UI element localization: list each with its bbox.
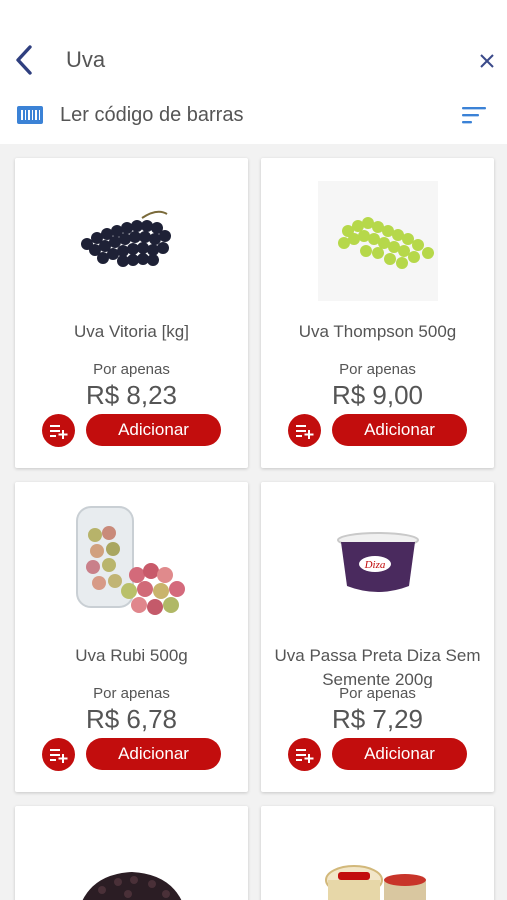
product-image	[15, 500, 248, 630]
add-to-cart-button[interactable]: Adicionar	[86, 414, 221, 446]
product-price: R$ 6,78	[85, 704, 178, 734]
clear-search-button[interactable]	[476, 50, 498, 72]
product-price: R$ 9,00	[331, 380, 424, 410]
barcode-scan-link[interactable]: Ler código de barras	[60, 104, 243, 127]
product-image: Diza	[261, 500, 494, 630]
playlist-add-icon	[295, 748, 313, 763]
price-caption: Por apenas	[93, 361, 170, 378]
product-name: Uva Vitoria [kg]	[74, 322, 189, 341]
product-price: R$ 8,23	[85, 380, 178, 410]
playlist-add-icon	[49, 748, 67, 763]
product-card[interactable]	[15, 806, 248, 900]
product-price: R$ 7,29	[331, 704, 424, 734]
red-grape-package-icon	[75, 506, 185, 615]
back-button[interactable]	[10, 40, 38, 80]
product-card[interactable]: Diza Uva Passa Preta Diza Sem Semente 20…	[261, 482, 494, 792]
add-to-cart-button[interactable]: Adicionar	[332, 414, 467, 446]
sort-icon	[462, 107, 486, 124]
green-grape-bunch-icon	[317, 181, 438, 301]
chevron-left-icon	[16, 45, 32, 75]
add-to-list-button[interactable]	[288, 414, 321, 447]
raisin-containers-icon	[324, 865, 426, 900]
price-caption: Por apenas	[93, 685, 170, 702]
raisin-jar-icon: Diza	[336, 532, 419, 592]
product-image	[15, 866, 248, 900]
add-to-cart-button[interactable]: Adicionar	[86, 738, 221, 770]
price-caption: Por apenas	[339, 361, 416, 378]
price-caption: Por apenas	[339, 685, 416, 702]
add-to-list-button[interactable]	[42, 738, 75, 771]
barcode-icon[interactable]	[17, 106, 43, 124]
add-to-list-button[interactable]	[288, 738, 321, 771]
product-image	[261, 176, 494, 306]
playlist-add-icon	[49, 424, 67, 439]
playlist-add-icon	[295, 424, 313, 439]
brand-logo: Diza	[363, 559, 385, 571]
product-name: Uva Rubi 500g	[75, 646, 188, 665]
raisins-pile-icon	[82, 872, 181, 900]
product-card[interactable]	[261, 806, 494, 900]
product-card[interactable]: Uva Rubi 500g Por apenas R$ 6,78 Adicion…	[15, 482, 248, 792]
top-bar: Uva Ler código de barras	[0, 0, 507, 144]
product-image	[261, 864, 494, 900]
close-icon	[480, 54, 494, 68]
search-input[interactable]: Uva	[66, 47, 105, 73]
sort-filter-button[interactable]	[460, 104, 488, 126]
product-image	[15, 176, 248, 306]
product-name: Uva Passa Preta Diza Sem Semente 200g	[274, 646, 481, 688]
add-to-cart-button[interactable]: Adicionar	[332, 738, 467, 770]
product-name: Uva Thompson 500g	[298, 322, 457, 341]
dark-grape-bunch-icon	[80, 210, 171, 267]
add-to-list-button[interactable]	[42, 414, 75, 447]
product-card[interactable]: Uva Vitoria [kg] Por apenas R$ 8,23 Adic…	[15, 158, 248, 468]
product-card[interactable]: Uva Thompson 500g Por apenas R$ 9,00 Adi…	[261, 158, 494, 468]
